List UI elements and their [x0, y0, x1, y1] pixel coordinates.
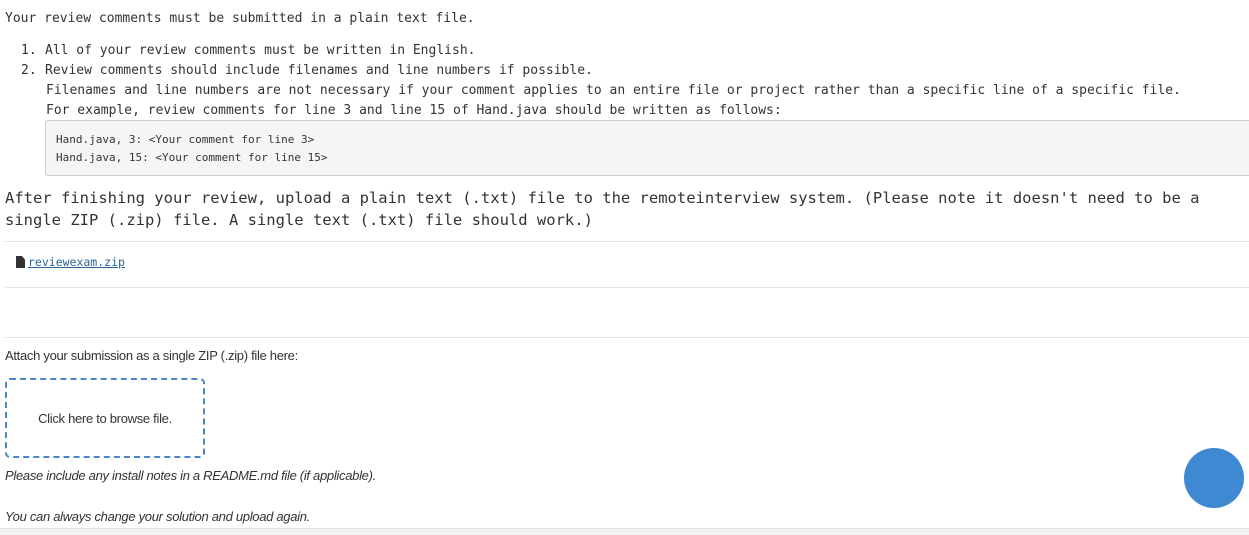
requirements-list: 1. All of your review comments must be w… — [0, 41, 593, 81]
list-item-text: All of your review comments must be writ… — [45, 43, 476, 58]
divider — [5, 287, 1249, 288]
attachment-download-link[interactable]: reviewexam.zip — [28, 255, 125, 269]
attachment-link-row[interactable]: reviewexam.zip — [16, 255, 125, 269]
list-item-text: Review comments should include filenames… — [45, 63, 593, 78]
filename-exception-note: Filenames and line numbers are not neces… — [46, 83, 1181, 98]
list-number: 2. — [21, 63, 37, 78]
divider — [5, 337, 1249, 338]
file-icon — [16, 256, 25, 268]
list-item: 1. All of your review comments must be w… — [0, 41, 593, 61]
change-solution-note: You can always change your solution and … — [5, 509, 311, 524]
readme-note: Please include any install notes in a RE… — [5, 468, 376, 483]
submission-label: Attach your submission as a single ZIP (… — [5, 348, 298, 363]
code-line: Hand.java, 15: <Your comment for line 15… — [56, 151, 328, 164]
floating-action-button[interactable] — [1184, 448, 1244, 508]
code-example: Hand.java, 3: <Your comment for line 3> … — [45, 120, 1249, 176]
list-item: 2. Review comments should include filena… — [0, 61, 593, 81]
code-line: Hand.java, 3: <Your comment for line 3> — [56, 133, 315, 146]
divider — [5, 241, 1249, 242]
browse-file-text: Click here to browse file. — [38, 410, 172, 426]
bottom-bar — [0, 528, 1249, 535]
intro-text: Your review comments must be submitted i… — [5, 11, 475, 26]
example-intro: For example, review comments for line 3 … — [46, 103, 782, 118]
upload-instructions: After finishing your review, upload a pl… — [5, 189, 1200, 229]
list-number: 1. — [21, 43, 37, 58]
file-drop-zone[interactable]: Click here to browse file. — [5, 378, 205, 458]
